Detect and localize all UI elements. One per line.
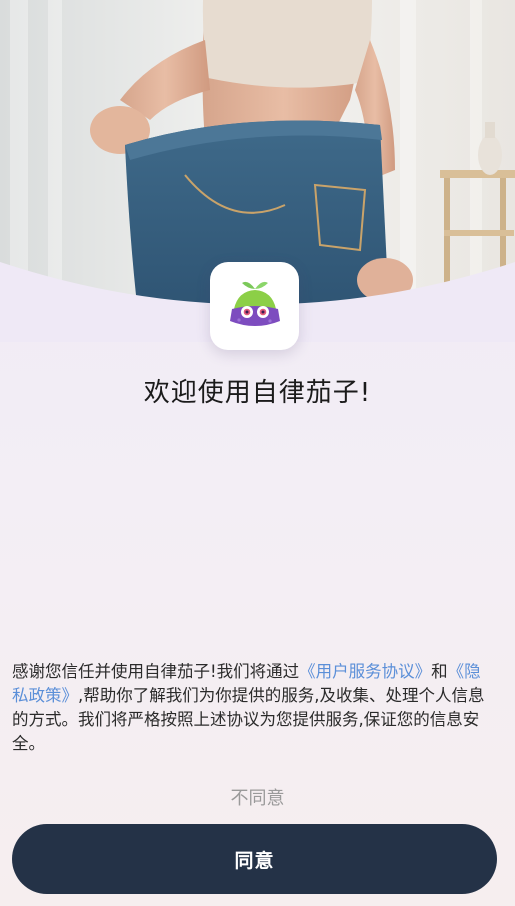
user-agreement-link[interactable]: 《用户服务协议》 — [299, 662, 431, 681]
agree-button[interactable]: 同意 — [12, 824, 497, 894]
notice-text-2: 和 — [431, 662, 448, 681]
agree-label: 同意 — [234, 849, 275, 872]
notice-text-3: ,帮助你了解我们为你提供的服务,及收集、处理个人信息的方式。我们将严格按照上述协… — [12, 686, 485, 753]
disagree-button[interactable]: 不同意 — [0, 784, 515, 810]
privacy-notice: 感谢您信任并使用自律茄子!我们将通过《用户服务协议》和《隐私政策》,帮助你了解我… — [12, 660, 492, 756]
app-logo — [210, 262, 299, 350]
eggplant-mascot-icon — [229, 281, 280, 326]
welcome-title: 欢迎使用自律茄子! — [143, 378, 372, 408]
notice-text-1: 感谢您信任并使用自律茄子!我们将通过 — [12, 662, 300, 681]
